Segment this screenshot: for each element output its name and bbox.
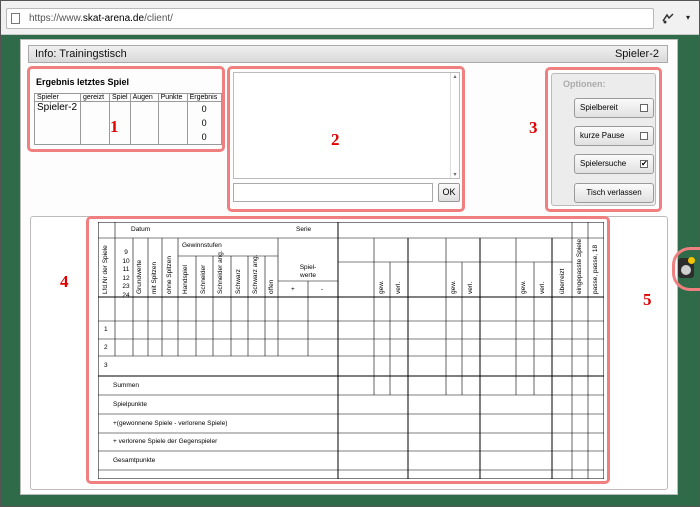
sheet-col-ohne-spitzen: ohne Spitzen bbox=[166, 256, 173, 294]
sheet-gewinnstufen: Gewinnstufen bbox=[182, 242, 222, 249]
sheet-eingepasste: eingepasste Spiele bbox=[576, 239, 583, 294]
sheet-stufe-schwarz-ang: Schwarz ang. bbox=[252, 254, 259, 294]
url-prefix: https://www. bbox=[29, 13, 83, 24]
scroll-down-icon[interactable]: ▾ bbox=[451, 171, 459, 178]
annotation-1: 1 bbox=[110, 117, 119, 136]
sheet-row-1: 1 bbox=[104, 326, 108, 333]
annotation-3: 3 bbox=[529, 118, 538, 137]
chat-scrollbar[interactable]: ▴ ▾ bbox=[450, 73, 459, 178]
sheet-col-grundwerte: Grundwerte bbox=[136, 260, 143, 294]
annotation-2: 2 bbox=[331, 130, 340, 149]
chat-input[interactable] bbox=[233, 183, 433, 202]
sheet-serie: Serie bbox=[296, 226, 312, 233]
chat-panel: ▴ ▾ OK bbox=[227, 66, 465, 212]
sheet-verl-2: verl. bbox=[467, 281, 474, 294]
sheet-spielwerte: Spiel- werte bbox=[299, 264, 317, 279]
sheet-row-2: 2 bbox=[104, 344, 108, 351]
sheet-datum: Datum bbox=[131, 226, 151, 233]
result-header-row: Spieler gereizt Spiel Augen Punkte Ergeb… bbox=[34, 93, 222, 102]
player-search-label: Spielersuche bbox=[580, 159, 627, 168]
info-bar: Info: Trainingstisch Spieler-2 bbox=[28, 45, 668, 63]
col-spiel: Spiel bbox=[109, 93, 131, 102]
result-player: Spieler-2 bbox=[34, 101, 81, 145]
url-path: /client/ bbox=[144, 13, 173, 24]
sheet-col-mit-spitzen: mit Spitzen bbox=[151, 261, 158, 294]
ready-checkbox[interactable] bbox=[640, 104, 648, 112]
sheet-verl-3: verl. bbox=[539, 281, 546, 294]
sheet-verl-1: verl. bbox=[395, 281, 402, 294]
short-pause-button[interactable]: kurze Pause bbox=[574, 126, 654, 146]
sheet-stufe-schneider: Schneider bbox=[200, 264, 207, 294]
sheet-stufe-handspiel: Handspiel bbox=[182, 265, 189, 294]
avatar[interactable] bbox=[678, 257, 695, 278]
scroll-up-icon[interactable]: ▴ bbox=[451, 73, 459, 80]
sheet-passe: passe, passe, 18 bbox=[592, 244, 599, 294]
ready-label: Spielbereit bbox=[580, 103, 618, 112]
sheet-gew-1: gew. bbox=[378, 280, 385, 294]
result-row: Spieler-2 0 0 0 bbox=[34, 101, 222, 145]
result-values: 0 0 0 bbox=[186, 101, 222, 145]
chat-log[interactable]: ▴ ▾ bbox=[233, 72, 460, 179]
url-field[interactable]: https://www.skat-arena.de/client/ bbox=[6, 8, 654, 29]
player-search-checkbox[interactable]: ✔ bbox=[640, 160, 648, 168]
leave-table-button[interactable]: Tisch verlassen bbox=[574, 183, 654, 203]
star-icon bbox=[688, 257, 695, 264]
sheet-ueberreizt: überreizt bbox=[559, 268, 566, 294]
annotation-5: 5 bbox=[643, 290, 652, 309]
col-augen: Augen bbox=[129, 93, 159, 102]
result-title: Ergebnis letztes Spiel bbox=[36, 77, 130, 87]
sheet-gesamtpunkte: Gesamtpunkte bbox=[113, 457, 156, 464]
sheet-summen: Summen bbox=[113, 382, 140, 389]
sheet-stufe-schwarz: Schwarz bbox=[235, 269, 242, 294]
table-info: Info: Trainingstisch bbox=[35, 48, 127, 60]
chat-ok-button[interactable]: OK bbox=[438, 183, 460, 202]
sheet-gew-minus-verl: +(gewonnene Spiele - verlorene Spiele) bbox=[113, 420, 228, 427]
options-label: Optionen: bbox=[563, 79, 606, 89]
score-sheet-highlight: Datum Serie Gewinnstufen Lfd.Nr der Spie… bbox=[86, 216, 610, 484]
options-panel: Optionen: Spielbereit kurze Pause Spiele… bbox=[551, 73, 656, 206]
options-panel-highlight: Optionen: Spielbereit kurze Pause Spiele… bbox=[545, 67, 662, 212]
result-table: Spieler gereizt Spiel Augen Punkte Ergeb… bbox=[34, 93, 222, 145]
url-domain: skat-arena.de bbox=[82, 13, 145, 24]
annotation-4: 4 bbox=[60, 272, 69, 291]
sheet-spielpunkte: Spielpunkte bbox=[113, 401, 147, 408]
last-game-result-panel: Ergebnis letztes Spiel Spieler gereizt S… bbox=[27, 66, 225, 152]
sheet-row-3: 3 bbox=[104, 362, 108, 369]
ready-button[interactable]: Spielbereit bbox=[574, 98, 654, 118]
sheet-minus: - bbox=[321, 286, 324, 293]
col-spieler: Spieler bbox=[34, 93, 81, 102]
player-search-button[interactable]: Spielersuche ✔ bbox=[574, 154, 654, 174]
sheet-col-lfd: Lfd.Nr der Spiele bbox=[102, 245, 109, 294]
sheet-gew-3: gew. bbox=[520, 280, 527, 294]
short-pause-checkbox[interactable] bbox=[640, 132, 648, 140]
player-name: Spieler-2 bbox=[614, 48, 659, 60]
avatar-face-icon bbox=[681, 265, 691, 275]
col-gereizt: gereizt bbox=[80, 93, 110, 102]
menu-dropdown-icon[interactable]: ▾ bbox=[682, 11, 694, 25]
score-sheet: Datum Serie Gewinnstufen Lfd.Nr der Spie… bbox=[98, 222, 604, 479]
col-ergebnis: Ergebnis bbox=[186, 93, 222, 102]
sheet-gew-2: gew. bbox=[450, 280, 457, 294]
sheet-verl-gegenspieler: + verlorene Spiele der Gegenspieler bbox=[113, 438, 218, 445]
page-icon bbox=[11, 13, 20, 24]
sheet-stufe-offen: offen bbox=[268, 279, 275, 294]
extension-icon[interactable] bbox=[661, 11, 675, 25]
sheet-reizwerte: 9 10 11 12 23 24 bbox=[122, 249, 130, 299]
col-punkte: Punkte bbox=[157, 93, 188, 102]
short-pause-label: kurze Pause bbox=[580, 131, 625, 140]
sheet-stufe-schneider-ang: Schneider ang. bbox=[217, 250, 224, 294]
sheet-plus: + bbox=[291, 286, 295, 293]
